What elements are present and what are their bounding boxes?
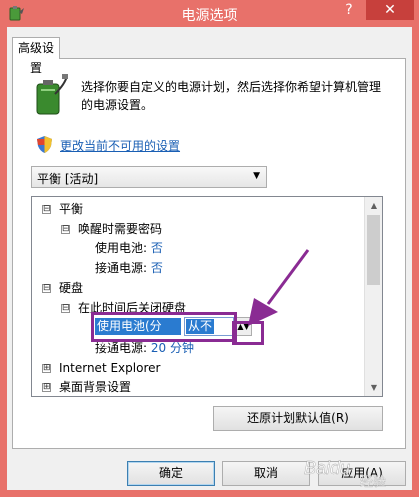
tree-scrollbar[interactable]: ▲ ▼ — [364, 197, 382, 396]
annotation-highlight — [91, 312, 237, 342]
cancel-button[interactable]: 取消 — [222, 461, 310, 486]
tree-item-wake-battery[interactable]: 使用电池: 否 — [95, 238, 163, 258]
expand-icon[interactable]: ⊞ — [42, 364, 51, 373]
settings-tree[interactable]: ⊟ 平衡 ⊟ 唤醒时需要密码 使用电池: 否 接通电源: 否 ⊟ 硬盘 ⊟ 在此… — [31, 196, 383, 397]
expand-icon[interactable]: ⊞ — [42, 383, 51, 392]
watermark: Baidu 经验 — [300, 452, 410, 492]
restore-defaults-button[interactable]: 还原计划默认值(R) — [213, 406, 383, 431]
setting-value[interactable]: 否 — [151, 261, 163, 275]
tree-item-wake-plugged[interactable]: 接通电源: 否 — [95, 258, 163, 278]
tab-advanced-settings[interactable]: 高级设置 — [12, 37, 60, 75]
collapse-icon[interactable]: ⊟ — [61, 225, 70, 234]
power-plan-value: 平衡 [活动] — [37, 172, 99, 186]
chevron-down-icon: ▼ — [253, 171, 260, 181]
close-button[interactable]: ✕ — [366, 0, 414, 20]
setting-value[interactable]: 否 — [151, 241, 163, 255]
svg-text:经验: 经验 — [360, 474, 386, 490]
scroll-up-icon[interactable]: ▲ — [365, 197, 383, 214]
uac-shield-icon — [37, 136, 52, 153]
annotation-arrow — [248, 249, 310, 326]
collapse-icon[interactable]: ⊟ — [61, 304, 70, 313]
scroll-down-icon[interactable]: ▼ — [365, 379, 383, 396]
setting-value[interactable]: 20 分钟 — [151, 341, 194, 355]
scroll-thumb[interactable] — [367, 215, 380, 285]
power-plan-select[interactable]: 平衡 [活动] ▼ — [31, 166, 267, 188]
change-settings-link[interactable]: 更改当前不可用的设置 — [60, 137, 180, 154]
collapse-icon[interactable]: ⊟ — [42, 284, 51, 293]
collapse-icon[interactable]: ⊟ — [42, 205, 51, 214]
help-button[interactable]: ? — [336, 2, 362, 22]
ok-button[interactable]: 确定 — [127, 461, 215, 486]
battery-power-icon — [36, 74, 68, 115]
title-bar: 电源选项 ? ✕ — [0, 0, 419, 27]
svg-text:Baidu: Baidu — [304, 458, 350, 478]
description-text: 选择你要自定义的电源计划，然后选择你希望计算机管理的电源设置。 — [81, 80, 382, 112]
